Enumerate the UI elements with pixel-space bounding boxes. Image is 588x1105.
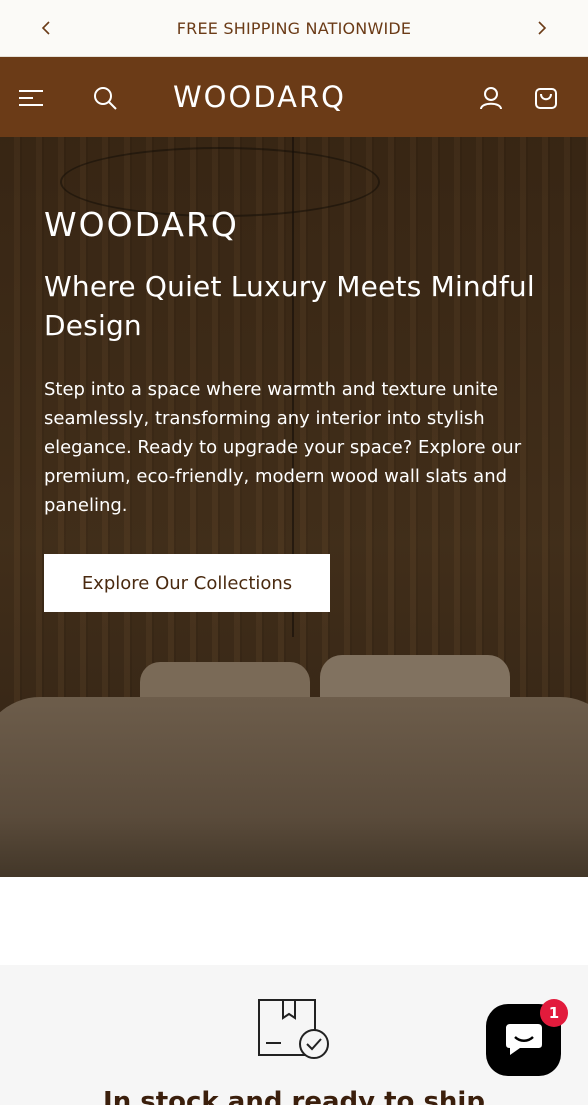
explore-collections-button[interactable]: Explore Our Collections <box>44 554 330 612</box>
woodarq-logo: WOODARQ <box>173 80 346 114</box>
next-announcement-button[interactable] <box>531 17 553 39</box>
previous-announcement-button[interactable] <box>35 17 57 39</box>
chevron-left-icon <box>41 21 50 35</box>
feature-heading: In stock and ready to ship <box>103 1087 485 1105</box>
header-logo-text: WOODARQ <box>173 82 346 112</box>
chevron-right-icon <box>538 21 547 35</box>
hamburger-menu-icon <box>19 90 43 106</box>
hero-content: WOODARQ Where Quiet Luxury Meets Mindful… <box>44 205 544 520</box>
hero-logo-text: WOODARQ <box>44 207 239 241</box>
hero-logo: WOODARQ <box>44 205 239 244</box>
search-icon <box>94 87 117 110</box>
hero-description: Step into a space where warmth and textu… <box>44 379 522 516</box>
account-button[interactable] <box>476 83 506 113</box>
cart-button[interactable] <box>531 83 561 113</box>
announcement-text: FREE SHIPPING NATIONWIDE <box>176 18 412 38</box>
hero-banner: WOODARQ Where Quiet Luxury Meets Mindful… <box>0 137 588 877</box>
chat-notification-badge: 1 <box>540 999 568 1027</box>
user-icon <box>480 87 502 110</box>
header-logo[interactable]: WOODARQ <box>173 80 385 116</box>
chat-bubble-icon <box>505 1024 542 1055</box>
announcement-bar: FREE SHIPPING NATIONWIDE <box>0 0 588 57</box>
bed-image <box>0 697 588 877</box>
shopping-bag-icon <box>535 88 557 109</box>
menu-button[interactable] <box>16 83 46 113</box>
package-check-icon <box>258 999 329 1059</box>
search-button[interactable] <box>90 83 120 113</box>
hero-title: Where Quiet Luxury Meets Mindful Design <box>44 270 535 342</box>
